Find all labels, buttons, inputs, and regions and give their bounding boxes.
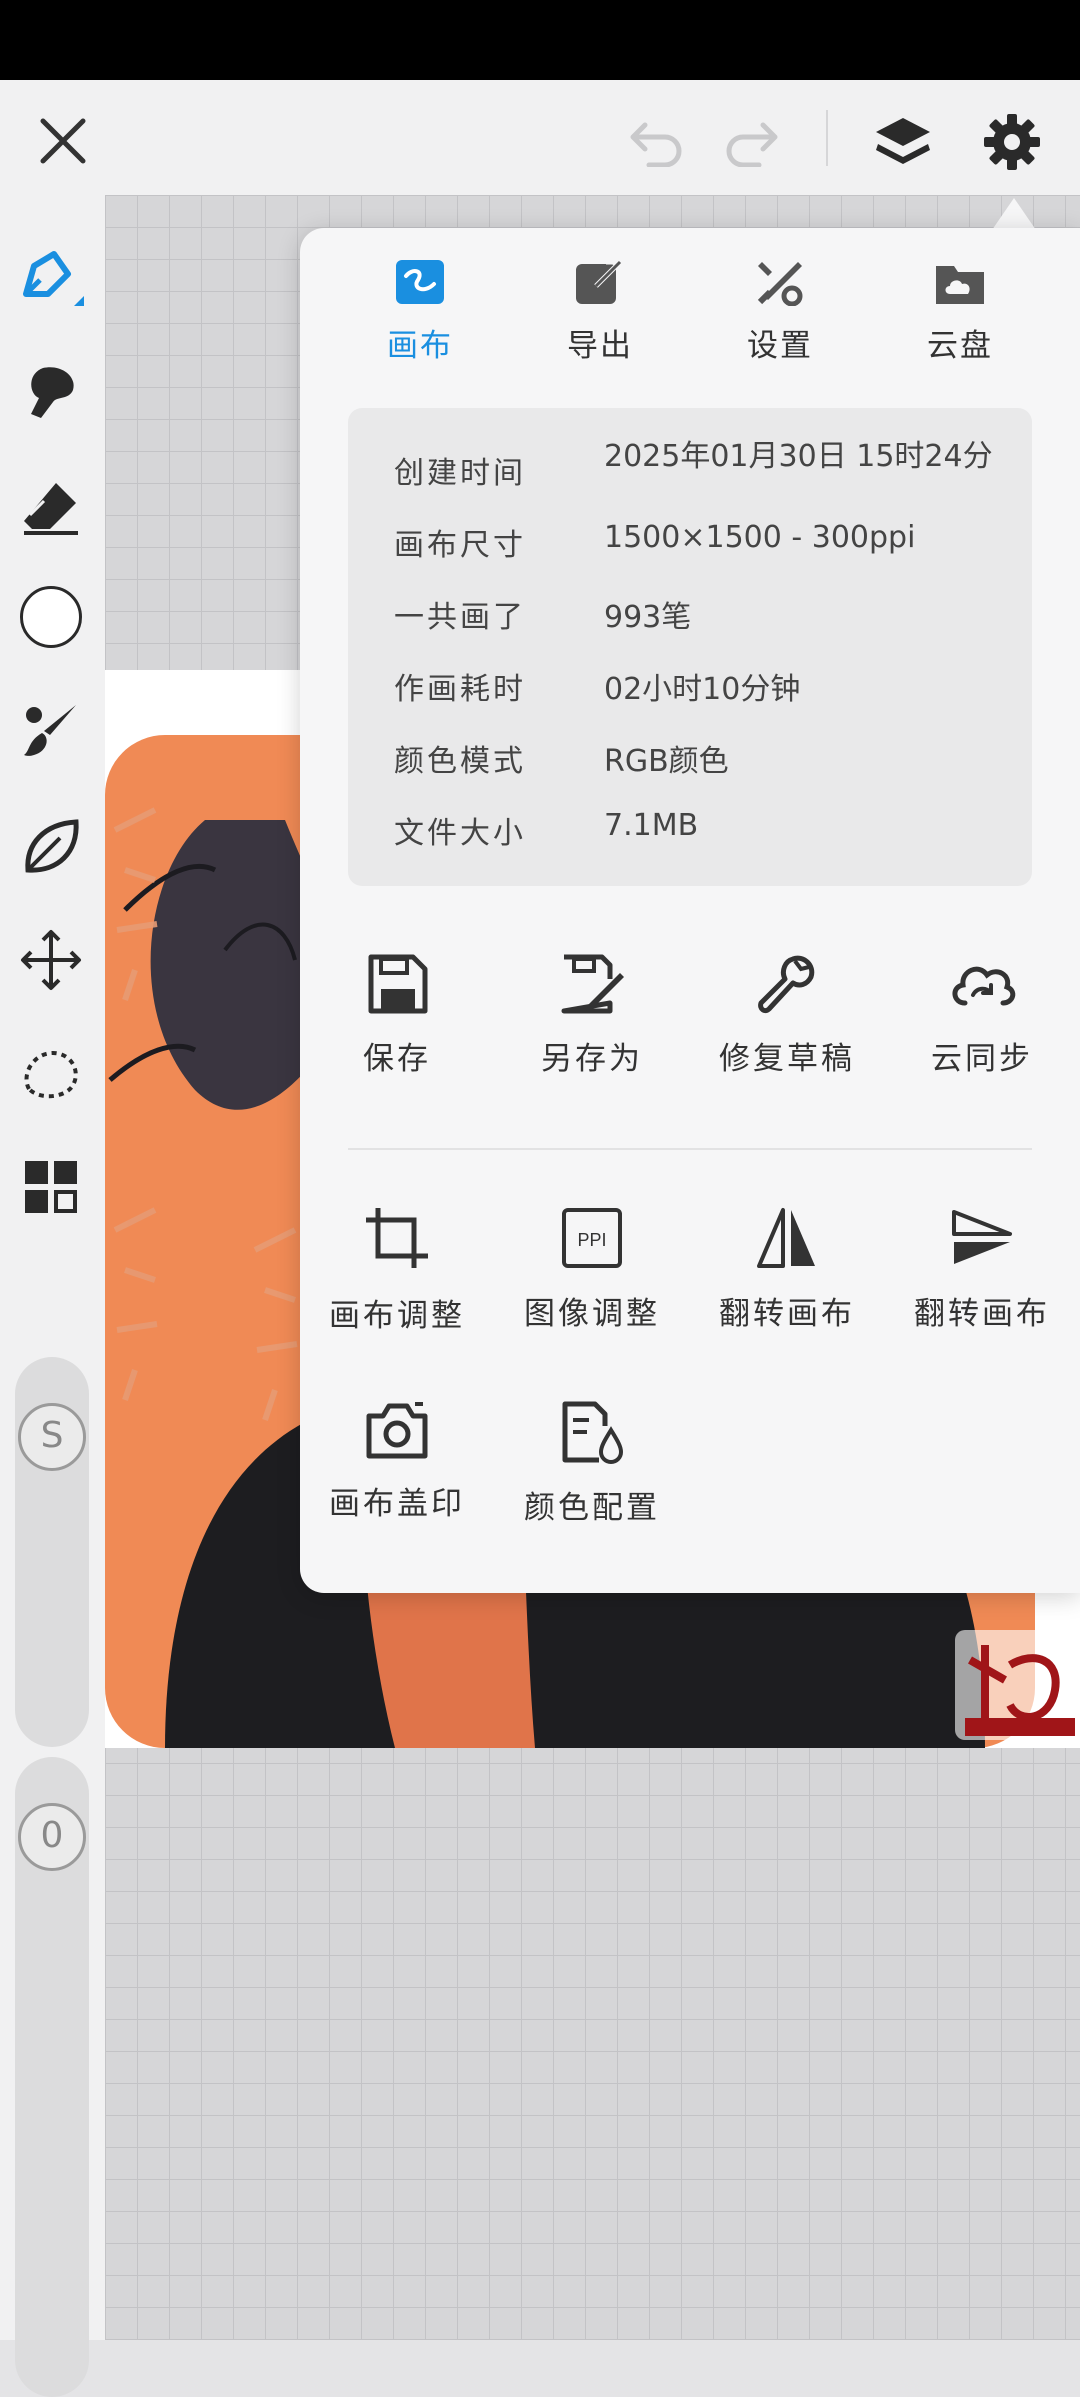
info-label: 画布尺寸 <box>394 528 526 563</box>
color-config-icon <box>562 1401 624 1464</box>
popover-arrow <box>992 198 1036 230</box>
save-button[interactable]: 保存 <box>302 953 492 1078</box>
lasso-tool[interactable] <box>14 1038 88 1112</box>
ppi-badge-text: PPI <box>577 1230 606 1250</box>
tab-cloud-drive[interactable]: 云盘 <box>880 258 1040 365</box>
close-button[interactable] <box>30 108 96 174</box>
export-icon <box>576 259 623 304</box>
pen-tool[interactable] <box>14 240 88 314</box>
eraser-icon <box>24 483 78 535</box>
fill-tool[interactable] <box>14 810 88 884</box>
flip-horizontal-icon <box>757 1208 815 1268</box>
top-toolbar <box>0 80 1080 195</box>
info-value: 993笔 <box>604 600 692 635</box>
brush-settings-tool[interactable] <box>14 695 88 769</box>
info-label: 一共画了 <box>394 600 526 635</box>
tab-settings-label: 设置 <box>747 328 813 364</box>
lasso-icon <box>24 1050 78 1099</box>
info-label: 创建时间 <box>394 456 526 491</box>
canvas-menu-popover: 画布 导出 设置 云盘 创建时间 2025年01月30日 15时24分 画布尺寸… <box>300 228 1080 1593</box>
cloud-drive-icon <box>936 266 984 304</box>
save-icon <box>368 954 428 1014</box>
cloud-sync-button[interactable]: 云同步 <box>887 953 1077 1078</box>
repair-icon <box>758 955 815 1014</box>
pen-icon <box>23 251 84 306</box>
opacity-knob[interactable]: 0 <box>18 1803 86 1871</box>
toolbar-divider <box>826 110 828 166</box>
color-config-label: 颜色配置 <box>524 1490 660 1526</box>
ppi-icon: PPI <box>562 1208 622 1268</box>
canvas-stamp-button[interactable]: 画布盖印 <box>302 1400 492 1523</box>
canvas-adjust-button[interactable]: 画布调整 <box>302 1206 492 1335</box>
flip-canvas-vertical-label: 翻转画布 <box>914 1296 1050 1332</box>
flip-canvas-vertical-button[interactable]: 翻转画布 <box>887 1206 1077 1333</box>
info-label: 文件大小 <box>394 816 526 851</box>
settings-button[interactable] <box>976 106 1048 178</box>
info-label: 作画耗时 <box>394 672 526 707</box>
redo-button[interactable] <box>720 110 784 174</box>
more-tools-button[interactable] <box>14 1150 88 1224</box>
section-divider <box>348 1148 1032 1150</box>
canvas-adjust-label: 画布调整 <box>329 1298 465 1334</box>
color-picker-button[interactable] <box>14 580 88 654</box>
layers-icon <box>876 118 930 164</box>
tab-cloud-drive-label: 云盘 <box>927 328 993 364</box>
smudge-icon <box>31 367 74 418</box>
smudge-tool[interactable] <box>14 355 88 429</box>
flip-vertical-icon <box>952 1210 1012 1264</box>
redo-icon <box>726 122 778 167</box>
crop-icon <box>366 1208 428 1268</box>
canvas-icon <box>396 260 444 304</box>
undo-icon <box>630 122 682 167</box>
brush-icon <box>24 705 76 756</box>
layers-button[interactable] <box>868 108 938 178</box>
tab-export-label: 导出 <box>567 328 633 364</box>
color-config-button[interactable]: 颜色配置 <box>497 1400 687 1527</box>
opacity-slider[interactable]: 0 <box>15 1757 89 2397</box>
move-icon <box>21 930 81 990</box>
info-value: 7.1MB <box>604 808 699 843</box>
flip-canvas-horizontal-label: 翻转画布 <box>719 1296 855 1332</box>
gear-icon <box>984 114 1040 170</box>
save-label: 保存 <box>363 1041 431 1077</box>
canvas-stamp-label: 画布盖印 <box>329 1486 465 1522</box>
image-adjust-label: 图像调整 <box>524 1296 660 1332</box>
status-bar <box>0 0 1080 80</box>
save-as-label: 另存为 <box>541 1041 643 1077</box>
canvas-info-panel: 创建时间 2025年01月30日 15时24分 画布尺寸 1500×1500 -… <box>348 408 1032 886</box>
repair-draft-label: 修复草稿 <box>719 1041 855 1077</box>
signature-stamp <box>955 1630 1075 1740</box>
info-value: RGB颜色 <box>604 744 729 779</box>
flip-canvas-horizontal-button[interactable]: 翻转画布 <box>692 1206 882 1333</box>
leaf-icon <box>25 819 79 873</box>
settings-tools-icon <box>757 262 803 307</box>
cloud-sync-icon <box>952 966 1016 1006</box>
info-value: 2025年01月30日 15时24分 <box>604 439 993 474</box>
left-toolbar: S 0 <box>0 195 105 2397</box>
grid-icon <box>25 1161 77 1213</box>
info-value: 02小时10分钟 <box>604 672 801 707</box>
eraser-tool[interactable] <box>14 470 88 544</box>
tab-export[interactable]: 导出 <box>520 258 680 365</box>
save-as-button[interactable]: 另存为 <box>497 953 687 1078</box>
tab-canvas[interactable]: 画布 <box>340 258 500 365</box>
info-label: 颜色模式 <box>394 744 526 779</box>
camera-icon <box>366 1402 428 1459</box>
brush-size-knob[interactable]: S <box>18 1403 86 1471</box>
brush-size-slider[interactable]: S <box>15 1357 89 1747</box>
save-as-icon <box>561 954 624 1014</box>
info-value: 1500×1500 - 300ppi <box>604 520 916 555</box>
image-adjust-button[interactable]: PPI 图像调整 <box>497 1206 687 1333</box>
tab-canvas-label: 画布 <box>387 328 453 364</box>
undo-button[interactable] <box>624 110 688 174</box>
close-icon <box>40 118 86 164</box>
move-tool[interactable] <box>14 923 88 997</box>
cloud-sync-label: 云同步 <box>931 1041 1033 1077</box>
current-color-swatch <box>20 586 82 648</box>
repair-draft-button[interactable]: 修复草稿 <box>692 953 882 1078</box>
tab-settings[interactable]: 设置 <box>700 258 860 365</box>
